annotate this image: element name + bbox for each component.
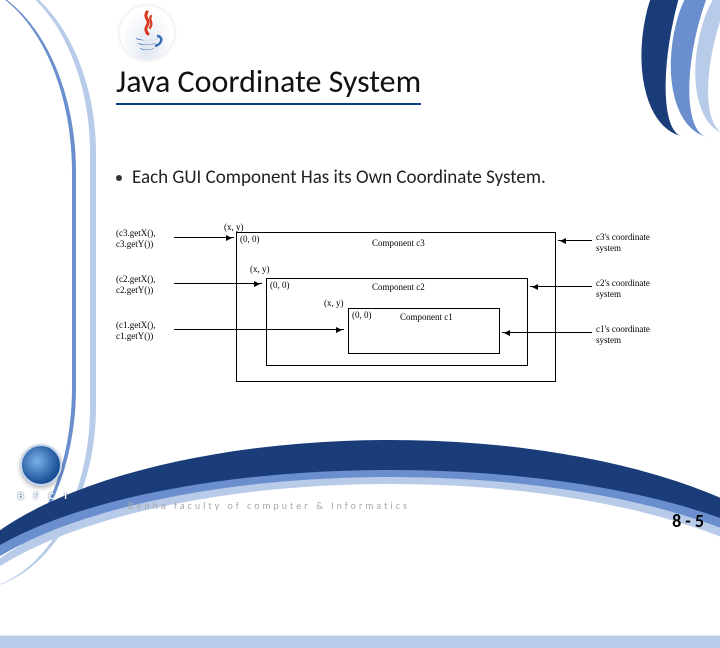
note-c3-label: c3's coordinate system — [596, 232, 676, 254]
bfci-logo-icon — [20, 444, 62, 486]
component-c1-name: Component c1 — [400, 312, 453, 322]
arrow-note-c2 — [530, 286, 592, 287]
bullet-line: Each GUI Component Has its Own Coordinat… — [116, 166, 546, 189]
note-c1-label: c1's coordinate system — [596, 324, 676, 346]
component-c2-name: Component c2 — [372, 282, 425, 292]
java-logo-icon — [120, 6, 174, 60]
slide-title: Java Coordinate System — [116, 62, 421, 105]
xy-c2-label: (x, y) — [250, 264, 270, 274]
bullet-text: Each GUI Component Has its Own Coordinat… — [132, 166, 546, 189]
component-c3-name: Component c3 — [372, 238, 425, 248]
decor-bottom-swoosh — [0, 440, 720, 540]
xy-c3-label: (x, y) — [224, 222, 244, 232]
loc-c3-label: (c3.getX(), c3.getY()) — [116, 228, 186, 250]
bfci-acronym: B F C I — [18, 489, 71, 502]
arrow-loc-c3 — [174, 237, 234, 238]
note-c2-label: c2's coordinate system — [596, 278, 676, 300]
arrow-loc-c2 — [174, 283, 262, 284]
arrow-note-c1 — [502, 332, 592, 333]
arrow-note-c3 — [558, 240, 592, 241]
bullet-dot-icon — [116, 175, 122, 181]
origin-c3-label: (0, 0) — [240, 234, 260, 244]
loc-c1-label: (c1.getX(), c1.getY()) — [116, 320, 186, 342]
page-number: 8 - 5 — [672, 510, 704, 532]
origin-c2-label: (0, 0) — [270, 280, 290, 290]
origin-c1-label: (0, 0) — [352, 310, 372, 320]
xy-c1-label: (x, y) — [324, 298, 344, 308]
arrow-loc-c1 — [174, 329, 344, 330]
coordinate-diagram: (0, 0) Component c3 (0, 0) Component c2 … — [116, 216, 676, 406]
footer-text: Benha faculty of computer & Informatics — [128, 499, 410, 512]
decor-top-right — [600, 0, 720, 160]
loc-c2-label: (c2.getX(), c2.getY()) — [116, 274, 186, 296]
